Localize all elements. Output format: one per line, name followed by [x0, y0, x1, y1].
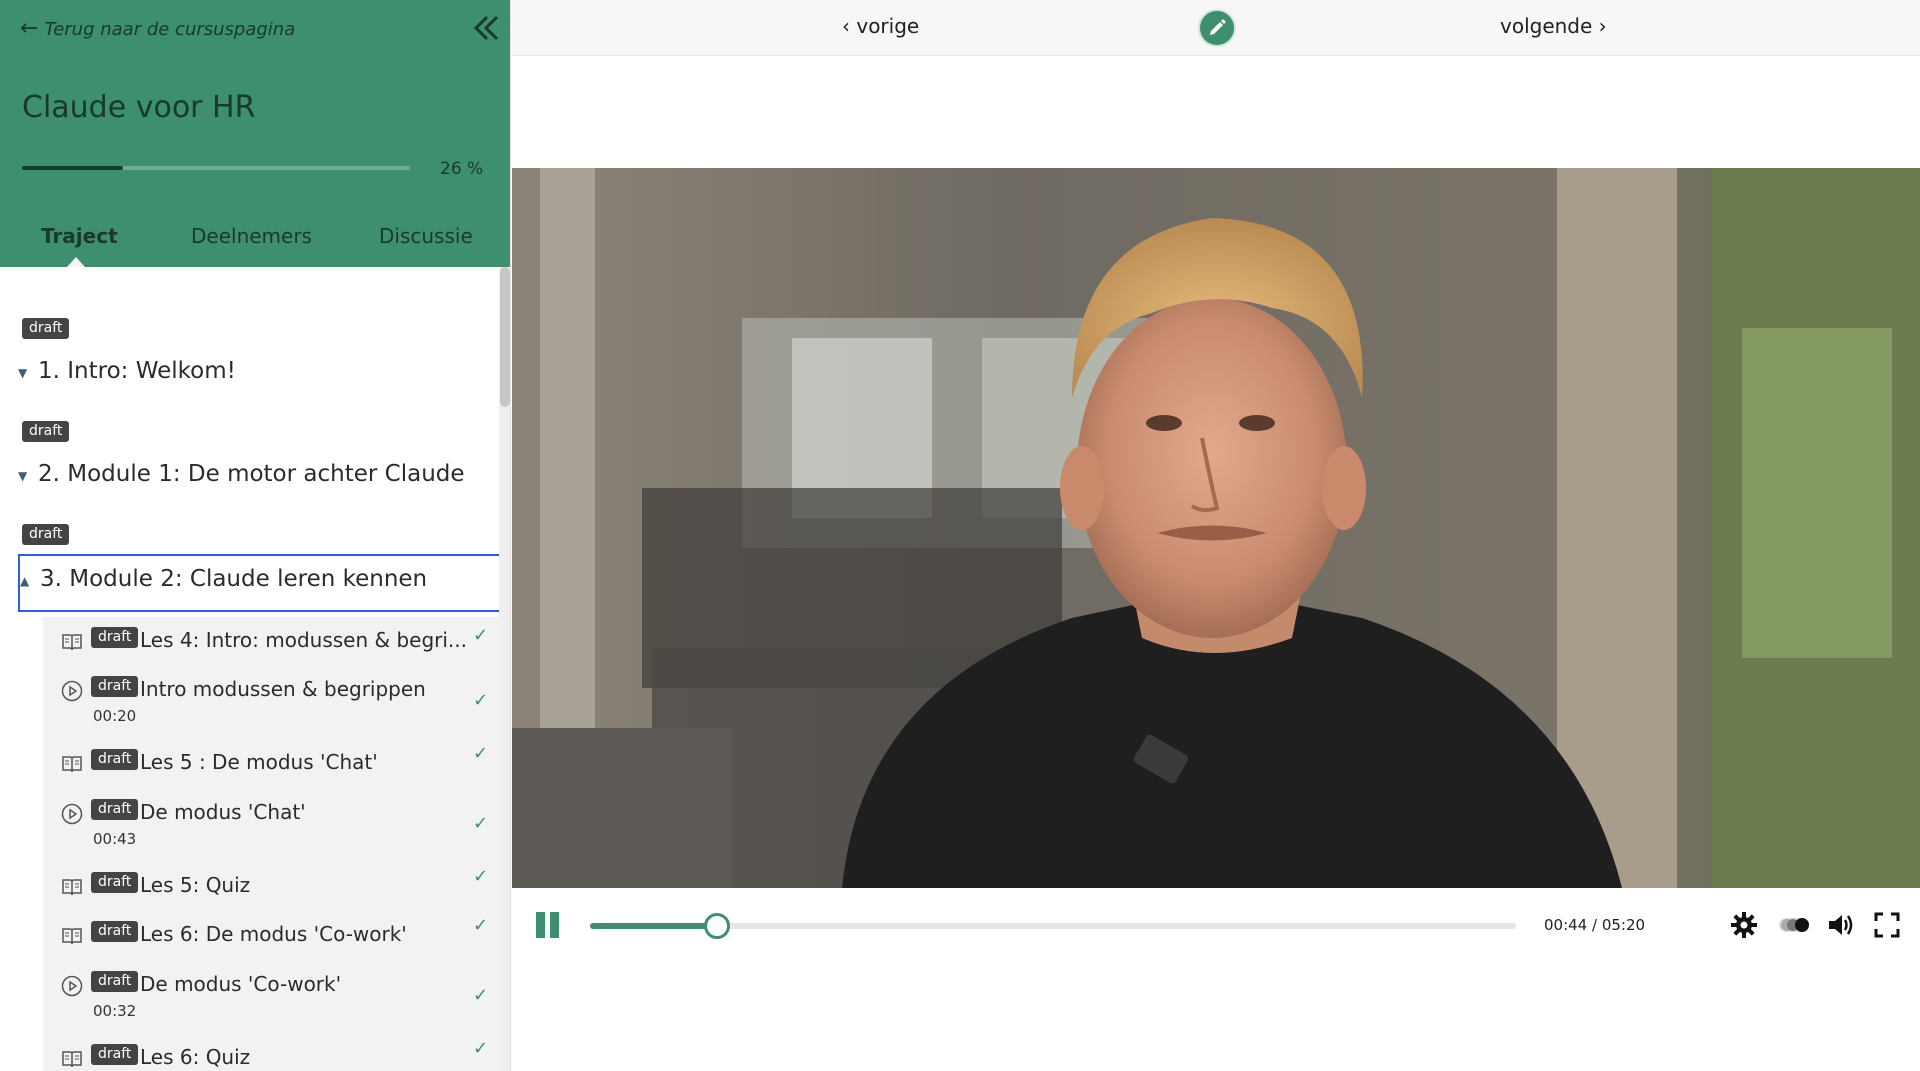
- caret-down-icon: ▼: [18, 366, 28, 380]
- lesson-title: Intro modussen & begrippen: [140, 677, 426, 701]
- caret-down-icon: ▼: [18, 469, 28, 483]
- arrow-left-icon: ←: [20, 16, 39, 41]
- checkmark-icon: ✓: [473, 1038, 489, 1059]
- previous-lesson-button[interactable]: ‹ vorige: [842, 14, 919, 38]
- draft-badge: draft: [91, 627, 139, 649]
- sidebar-scrollbar[interactable]: [499, 267, 510, 1071]
- pause-bar-left: [536, 912, 545, 938]
- draft-badge: draft: [22, 318, 70, 340]
- draft-badge: draft: [91, 971, 139, 993]
- checkmark-icon: ✓: [473, 866, 489, 887]
- tab-discussie[interactable]: Discussie: [379, 224, 473, 248]
- video-still-image: [512, 168, 1920, 888]
- pause-button[interactable]: [536, 912, 560, 938]
- module-header-intro[interactable]: ▼ 1. Intro: Welkom!: [18, 348, 500, 406]
- seek-bar[interactable]: [590, 913, 1516, 939]
- seek-handle[interactable]: [704, 913, 731, 939]
- play-circle-icon: [61, 803, 83, 825]
- draft-badge: draft: [91, 1044, 139, 1066]
- lesson-title: Les 6: De modus 'Co-work': [140, 922, 407, 946]
- collapse-sidebar-icon[interactable]: [470, 12, 502, 44]
- lesson-title: Les 5: Quiz: [140, 873, 251, 897]
- lesson-title: Les 6: Quiz: [140, 1045, 251, 1069]
- course-progress-label: 26 %: [440, 159, 484, 179]
- lesson-duration: 00:43: [93, 830, 137, 848]
- lesson-title: De modus 'Chat': [140, 800, 306, 824]
- play-circle-icon: [61, 680, 83, 702]
- course-progress-fill: [22, 166, 123, 170]
- draft-badge: draft: [91, 676, 139, 698]
- draft-badge: draft: [91, 872, 139, 894]
- module-title: 3. Module 2: Claude leren kennen: [40, 566, 428, 592]
- draft-badge: draft: [22, 524, 70, 546]
- checkmark-icon: ✓: [473, 743, 489, 764]
- book-icon: [62, 634, 82, 651]
- tab-traject[interactable]: Traject: [41, 224, 118, 248]
- time-display: 00:44 / 05:20: [1544, 916, 1646, 934]
- lesson-duration: 00:32: [93, 1002, 137, 1020]
- lesson-title: Les 5 : De modus 'Chat': [140, 750, 378, 774]
- edit-button[interactable]: [1198, 9, 1236, 47]
- pencil-icon: [1210, 19, 1226, 35]
- draft-badge: draft: [91, 749, 139, 771]
- volume-icon[interactable]: [1825, 910, 1855, 940]
- module-title: 2. Module 1: De motor achter Claude: [38, 461, 465, 487]
- book-icon: [62, 928, 82, 945]
- sidebar-header: ← Terug naar de cursuspagina Claude voor…: [0, 0, 510, 267]
- fullscreen-icon[interactable]: [1872, 910, 1902, 940]
- lesson-list: draft Les 4: Intro: modussen & begri... …: [43, 617, 500, 1071]
- module-header-module-1[interactable]: ▼ 2. Module 1: De motor achter Claude: [18, 451, 500, 509]
- back-link-label: Terug naar de cursuspagina: [44, 18, 296, 40]
- lesson-navigation-bar: ‹ vorige volgende ›: [512, 0, 1920, 56]
- draft-badge: draft: [91, 921, 139, 943]
- caret-up-icon: ▲: [20, 574, 30, 588]
- play-circle-icon: [61, 975, 83, 997]
- book-icon: [62, 1051, 82, 1068]
- pause-bar-right: [550, 912, 559, 938]
- video-controls: 00:44 / 05:20: [512, 888, 1920, 960]
- back-to-course-link[interactable]: ← Terug naar de cursuspagina: [20, 18, 295, 40]
- tab-deelnemers[interactable]: Deelnemers: [191, 224, 312, 248]
- checkmark-icon: ✓: [473, 985, 489, 1006]
- active-tab-indicator: [67, 257, 85, 267]
- video-frame[interactable]: [512, 168, 1920, 888]
- lesson-duration: 00:20: [93, 707, 137, 725]
- checkmark-icon: ✓: [473, 915, 489, 936]
- course-progress-bar: [22, 166, 410, 170]
- checkmark-icon: ✓: [473, 690, 489, 711]
- book-icon: [62, 756, 82, 773]
- course-title: Claude voor HR: [22, 90, 256, 125]
- gear-icon[interactable]: [1729, 910, 1759, 940]
- draft-badge: draft: [22, 421, 70, 443]
- checkmark-icon: ✓: [473, 625, 489, 646]
- book-icon: [62, 879, 82, 896]
- scrollbar-thumb[interactable]: [500, 267, 510, 407]
- seek-bar-played: [590, 923, 718, 929]
- lesson-title: Les 4: Intro: modussen & begri...: [140, 628, 467, 652]
- course-sidebar: ← Terug naar de cursuspagina Claude voor…: [0, 0, 511, 1071]
- checkmark-icon: ✓: [473, 813, 489, 834]
- module-title: 1. Intro: Welkom!: [38, 358, 236, 384]
- lesson-title: De modus 'Co-work': [140, 972, 342, 996]
- module-header-module-2[interactable]: ▲ 3. Module 2: Claude leren kennen: [18, 554, 500, 612]
- draft-badge: draft: [91, 799, 139, 821]
- next-lesson-button[interactable]: volgende ›: [1500, 14, 1607, 38]
- playback-speed-icon[interactable]: [1776, 910, 1812, 940]
